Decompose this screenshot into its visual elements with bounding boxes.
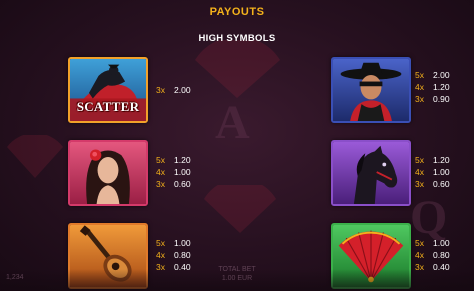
background-fan-decoration (204, 185, 276, 233)
payout-count: 5x (415, 155, 424, 165)
payout-row: 4x 1.00 (156, 166, 191, 178)
payout-row: 3x 0.60 (415, 178, 450, 190)
payout-amount: 1.20 (433, 82, 450, 92)
payout-count: 3x (415, 94, 424, 104)
background-fan-decoration (7, 135, 63, 178)
payout-amount: 1.20 (433, 155, 450, 165)
payout-amount: 2.00 (174, 85, 191, 95)
payout-count: 4x (156, 167, 165, 177)
symbol-guitar-payouts: 5x 1.00 4x 0.80 3x 0.40 (156, 237, 191, 273)
symbol-zorro-payouts: 5x 2.00 4x 1.20 3x 0.90 (415, 69, 450, 105)
black-horse-icon (333, 142, 409, 204)
payout-row: 5x 1.00 (415, 237, 450, 249)
total-bet-label: TOTAL BET (218, 266, 256, 273)
payout-row: 4x 1.20 (415, 81, 450, 93)
symbol-flamenco-lady (68, 140, 148, 206)
payout-row: 3x 0.60 (156, 178, 191, 190)
page-title: PAYOUTS (209, 6, 265, 18)
symbol-black-horse (331, 140, 411, 206)
symbol-flamenco-lady-payouts: 5x 1.20 4x 1.00 3x 0.60 (156, 154, 191, 190)
payout-count: 5x (156, 238, 165, 248)
payout-amount: 0.60 (174, 179, 191, 189)
payout-row: 3x 2.00 (156, 84, 191, 96)
background-letter-a: A (215, 96, 250, 149)
payout-count: 4x (415, 250, 424, 260)
scatter-label: SCATTER (76, 99, 140, 114)
background-fan-decoration (195, 40, 280, 98)
balance-value: 1,234 (6, 274, 24, 281)
masked-hero-icon (333, 59, 409, 121)
payout-row: 5x 1.20 (156, 154, 191, 166)
payout-count: 3x (156, 85, 165, 95)
payout-row: 3x 0.90 (415, 93, 450, 105)
payout-row: 5x 1.00 (156, 237, 191, 249)
payout-count: 4x (415, 167, 424, 177)
flamenco-lady-icon (70, 142, 146, 204)
symbol-hand-fan-payouts: 5x 1.00 4x 0.80 3x 0.40 (415, 237, 450, 273)
payout-amount: 0.80 (174, 250, 191, 260)
payout-amount: 1.20 (174, 155, 191, 165)
payout-row: 5x 1.20 (415, 154, 450, 166)
payout-row: 4x 0.80 (156, 249, 191, 261)
payout-amount: 1.00 (433, 167, 450, 177)
payout-amount: 1.00 (433, 238, 450, 248)
payout-amount: 1.00 (174, 167, 191, 177)
payout-count: 5x (415, 238, 424, 248)
payout-count: 4x (156, 250, 165, 260)
payout-count: 3x (415, 179, 424, 189)
payout-row: 5x 2.00 (415, 69, 450, 81)
section-title: HIGH SYMBOLS (198, 33, 276, 44)
payout-row: 4x 1.00 (415, 166, 450, 178)
payout-amount: 0.80 (433, 250, 450, 260)
payout-amount: 2.00 (433, 70, 450, 80)
payout-amount: 0.60 (433, 179, 450, 189)
payout-amount: 0.90 (433, 94, 450, 104)
payout-row: 4x 0.80 (415, 249, 450, 261)
payout-count: 4x (415, 82, 424, 92)
total-bet-value: 1.00 EUR (221, 275, 253, 282)
symbol-zorro (331, 57, 411, 123)
symbol-scatter-payouts: 3x 2.00 (156, 84, 191, 96)
payout-count: 5x (156, 155, 165, 165)
payout-count: 3x (156, 179, 165, 189)
symbol-scatter: SCATTER (68, 57, 148, 123)
payout-count: 5x (415, 70, 424, 80)
payout-amount: 1.00 (174, 238, 191, 248)
symbol-black-horse-payouts: 5x 1.20 4x 1.00 3x 0.60 (415, 154, 450, 190)
